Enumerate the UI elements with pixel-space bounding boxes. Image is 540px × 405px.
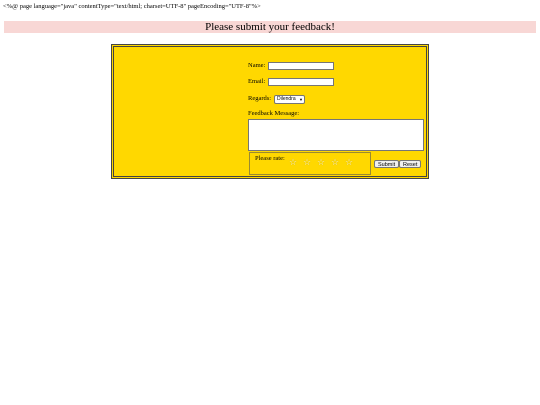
star-icon[interactable]: ☆ <box>288 157 298 167</box>
star-icon[interactable]: ☆ <box>302 157 312 167</box>
email-label: Email: <box>248 78 266 85</box>
reset-button[interactable]: Reset <box>399 160 422 168</box>
feedback-message-textarea[interactable] <box>248 119 424 151</box>
star-icon[interactable]: ☆ <box>344 157 354 167</box>
name-label: Name: <box>248 62 266 69</box>
chevron-down-icon: ▼ <box>299 97 303 102</box>
star-icon[interactable]: ☆ <box>316 157 326 167</box>
heading-bar: Please submit your feedback! <box>4 21 536 33</box>
name-field[interactable] <box>268 62 334 70</box>
page-title: Please submit your feedback! <box>205 21 335 33</box>
regards-selected-value: Dilendra <box>277 96 296 102</box>
star-icon[interactable]: ☆ <box>330 157 340 167</box>
regards-select[interactable]: Dilendra ▼ <box>274 95 305 104</box>
rating-stars: ☆ ☆ ☆ ☆ ☆ <box>288 157 354 167</box>
rating-legend: Please rate: <box>255 155 285 162</box>
regards-label: Regards: <box>248 95 272 102</box>
jsp-directive-text: <%@ page language="java" contentType="te… <box>3 3 261 10</box>
message-label: Feedback Message: <box>248 110 300 117</box>
email-field[interactable] <box>268 78 334 86</box>
submit-button[interactable]: Submit <box>374 160 400 168</box>
